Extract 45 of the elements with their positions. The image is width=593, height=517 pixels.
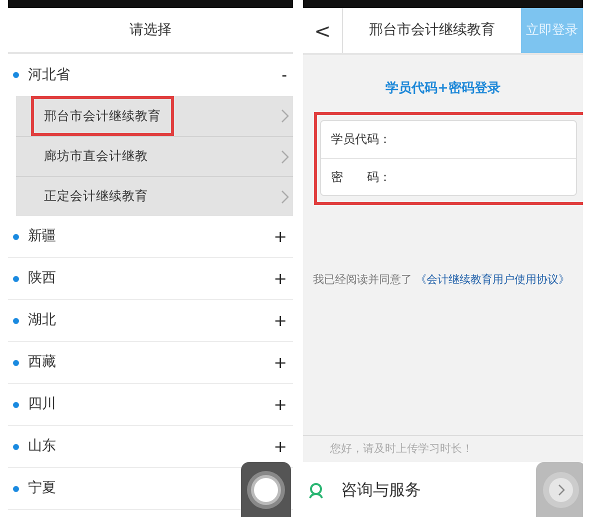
toggle-sign[interactable]: +: [274, 224, 287, 248]
toggle-sign[interactable]: +: [274, 350, 287, 374]
screen-title: 请选择: [8, 8, 293, 54]
province-name: 陕西: [28, 269, 57, 288]
agreement-link[interactable]: 《会计继续教育用户使用协议》: [416, 272, 570, 286]
toggle-sign[interactable]: +: [274, 392, 287, 416]
province-name: 四川: [28, 395, 57, 414]
province-name: 新疆: [28, 227, 57, 246]
assistive-touch-button[interactable]: [241, 462, 291, 517]
toggle-sign[interactable]: +: [274, 266, 287, 290]
school-item[interactable]: 正定会计继续教育: [34, 179, 158, 214]
school-item[interactable]: 廊坊市直会计继教: [34, 139, 158, 174]
form-title: 学员代码+密码登录: [384, 80, 502, 98]
bullet-icon: [13, 402, 19, 408]
bullet-icon: [13, 72, 19, 78]
bullet-icon: [13, 234, 19, 240]
chevron-icon: [281, 150, 289, 164]
province-name: 河北省: [28, 66, 71, 84]
province-name: 湖北: [28, 311, 57, 330]
toggle-sign[interactable]: +: [274, 308, 287, 332]
input-field[interactable]: 学员代码：: [321, 120, 576, 158]
toggle-sign[interactable]: +: [274, 434, 287, 458]
province-name: 宁夏: [28, 479, 57, 498]
bullet-icon: [13, 444, 19, 450]
agreement-text: 我已经阅读并同意了 《会计继续教育用户使用协议》: [313, 272, 570, 288]
bullet-icon: [13, 486, 19, 492]
province-row[interactable]: 新疆 +: [8, 216, 293, 258]
province-name: 西藏: [28, 353, 57, 372]
headset-icon: [307, 480, 325, 498]
province-row[interactable]: 陕西 +: [8, 258, 293, 300]
province-row[interactable]: 湖北 +: [8, 300, 293, 342]
input-field[interactable]: 密 码：: [321, 158, 576, 194]
bullet-icon: [13, 360, 19, 366]
service-label[interactable]: 咨询与服务: [341, 478, 421, 502]
province-row[interactable]: 河北省 -: [8, 54, 293, 96]
toggle-sign[interactable]: -: [282, 64, 287, 86]
province-row[interactable]: 西藏 +: [8, 342, 293, 384]
bullet-icon: [13, 276, 19, 282]
screen-title: 邢台市会计继续教育: [368, 21, 496, 40]
province-name: 山东: [28, 437, 57, 456]
school-item[interactable]: 邢台市会计继续教育: [34, 98, 171, 134]
province-row[interactable]: 四川 +: [8, 384, 293, 426]
bullet-icon: [13, 318, 19, 324]
chevron-icon: [281, 109, 289, 123]
chevron-icon: [281, 190, 289, 204]
